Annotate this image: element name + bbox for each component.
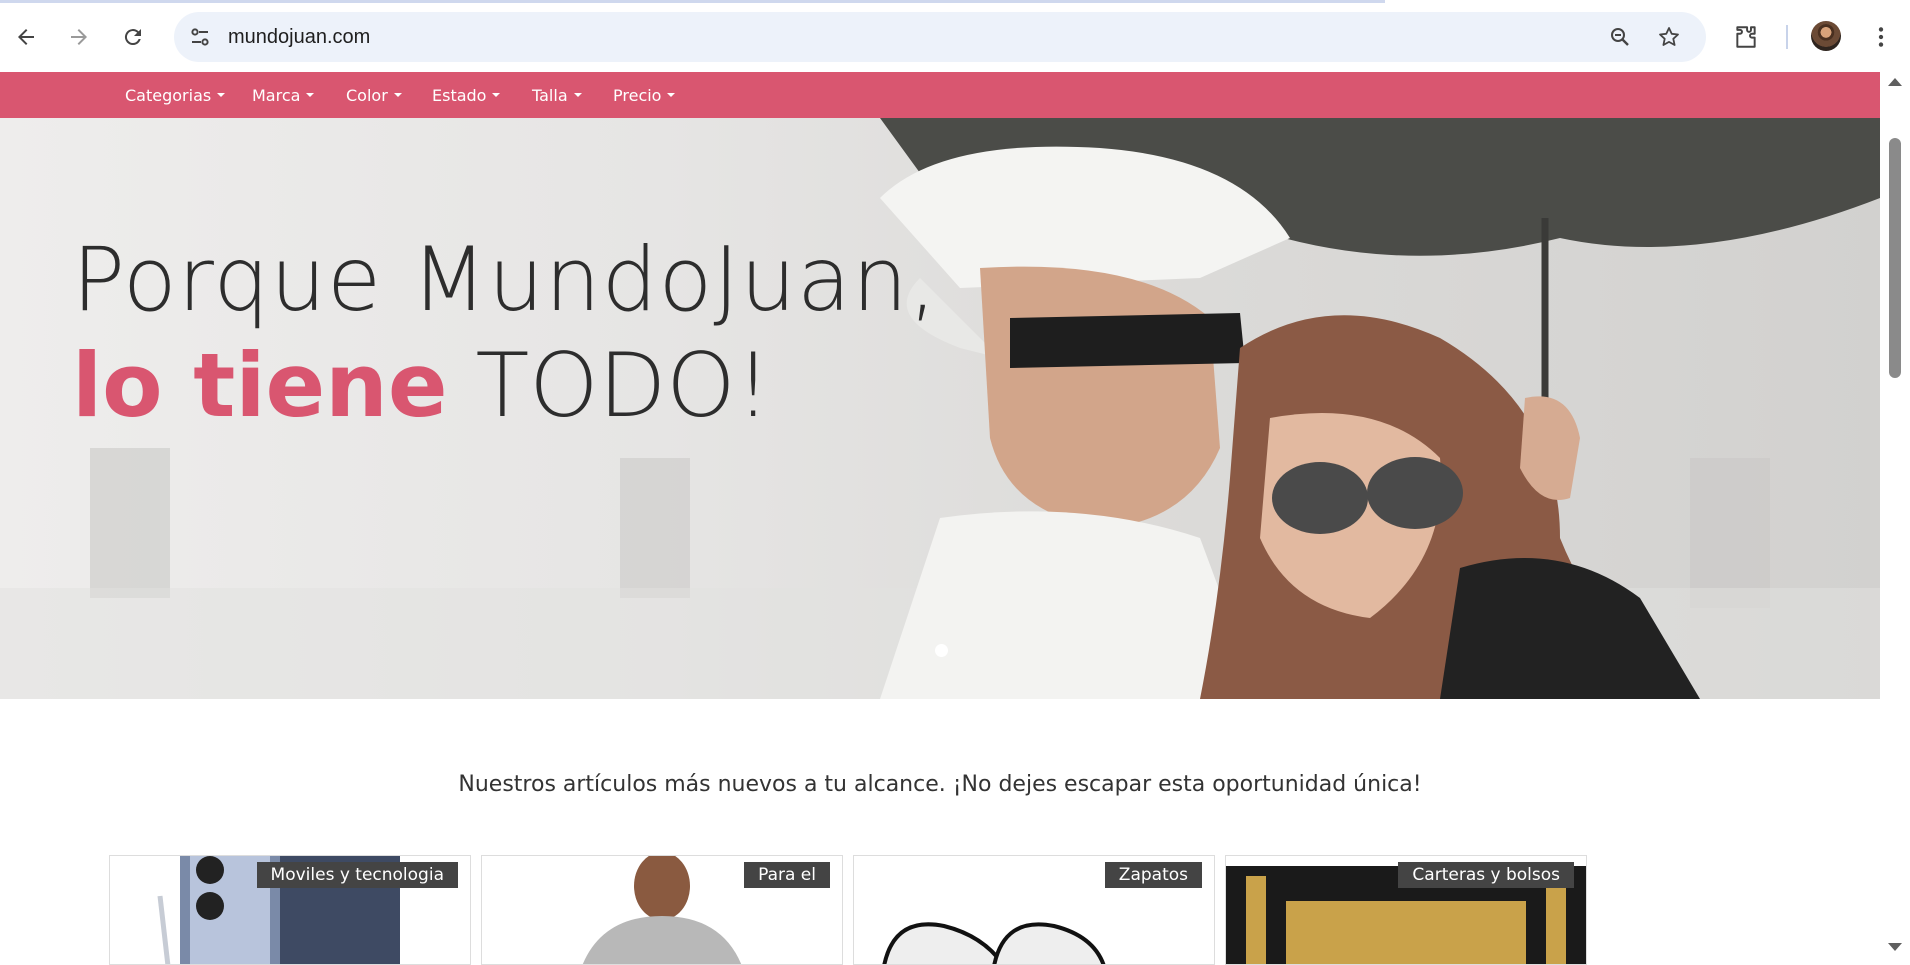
category-card-zapatos[interactable]: Zapatos bbox=[853, 855, 1215, 965]
nav-label: Categorias bbox=[125, 85, 212, 105]
category-card-carteras[interactable]: Carteras y bolsos bbox=[1225, 855, 1587, 965]
card-category-tag: Para el bbox=[744, 862, 830, 888]
card-category-tag: Carteras y bolsos bbox=[1398, 862, 1574, 888]
caret-down-icon bbox=[306, 93, 315, 97]
nav-dropdown-talla[interactable]: Talla bbox=[532, 72, 582, 118]
hero-headline-accent: lo tiene bbox=[72, 334, 448, 437]
extensions-icon[interactable] bbox=[1733, 24, 1759, 50]
forward-button[interactable] bbox=[61, 19, 97, 55]
nav-dropdown-precio[interactable]: Precio bbox=[613, 72, 676, 118]
caret-down-icon bbox=[393, 93, 402, 97]
caret-down-icon bbox=[667, 93, 676, 97]
nav-label: Color bbox=[346, 85, 388, 105]
hero-headline-line1: Porque MundoJuan, bbox=[72, 228, 938, 331]
caret-down-icon bbox=[492, 93, 501, 97]
category-card-para-el[interactable]: Para el bbox=[481, 855, 843, 965]
profile-avatar[interactable] bbox=[1811, 21, 1841, 51]
reload-button[interactable] bbox=[115, 19, 151, 55]
hero-headline-line2: lo tiene TODO! bbox=[72, 336, 771, 436]
browser-toolbar: mundojuan.com bbox=[0, 0, 1910, 72]
nav-label: Estado bbox=[432, 85, 487, 105]
hero-headline-rest: TODO! bbox=[447, 334, 771, 437]
scrollbar-thumb[interactable] bbox=[1889, 138, 1901, 378]
category-card-moviles[interactable]: Moviles y tecnologia bbox=[109, 855, 471, 965]
carousel-indicator[interactable] bbox=[935, 644, 948, 657]
address-bar[interactable]: mundojuan.com bbox=[174, 12, 1706, 62]
scroll-down-arrow-icon[interactable] bbox=[1888, 943, 1902, 951]
loading-bar bbox=[0, 0, 1385, 3]
nav-label: Marca bbox=[252, 85, 301, 105]
card-category-tag: Zapatos bbox=[1104, 862, 1202, 888]
site-info-icon[interactable] bbox=[188, 25, 212, 49]
nav-dropdown-color[interactable]: Color bbox=[346, 72, 402, 118]
caret-down-icon bbox=[217, 93, 226, 97]
back-icon bbox=[18, 29, 34, 45]
nav-dropdown-estado[interactable]: Estado bbox=[432, 72, 501, 118]
category-nav: Categorias Marca Color Estado Talla Prec… bbox=[0, 72, 1880, 118]
card-category-tag: Moviles y tecnologia bbox=[256, 862, 458, 888]
nav-label: Precio bbox=[613, 85, 662, 105]
vertical-scrollbar[interactable] bbox=[1880, 72, 1910, 957]
menu-kebab-icon[interactable] bbox=[1868, 24, 1894, 50]
section-tagline: Nuestros artículos más nuevos a tu alcan… bbox=[458, 772, 1422, 797]
scroll-up-arrow-icon[interactable] bbox=[1888, 78, 1902, 86]
nav-dropdown-categorias[interactable]: Categorias bbox=[125, 72, 226, 118]
toolbar-separator bbox=[1786, 25, 1788, 49]
bookmark-star-icon[interactable] bbox=[1657, 25, 1681, 49]
hero-banner: Porque MundoJuan, lo tiene TODO! bbox=[0, 118, 1880, 699]
reload-icon bbox=[124, 29, 141, 46]
forward-icon bbox=[71, 29, 87, 45]
page-viewport: Categorias Marca Color Estado Talla Prec… bbox=[0, 72, 1880, 957]
nav-dropdown-marca[interactable]: Marca bbox=[252, 72, 315, 118]
back-button[interactable] bbox=[8, 19, 44, 55]
nav-label: Talla bbox=[532, 85, 568, 105]
caret-down-icon bbox=[573, 93, 582, 97]
url-text[interactable]: mundojuan.com bbox=[228, 25, 370, 49]
zoom-icon[interactable] bbox=[1608, 25, 1632, 49]
